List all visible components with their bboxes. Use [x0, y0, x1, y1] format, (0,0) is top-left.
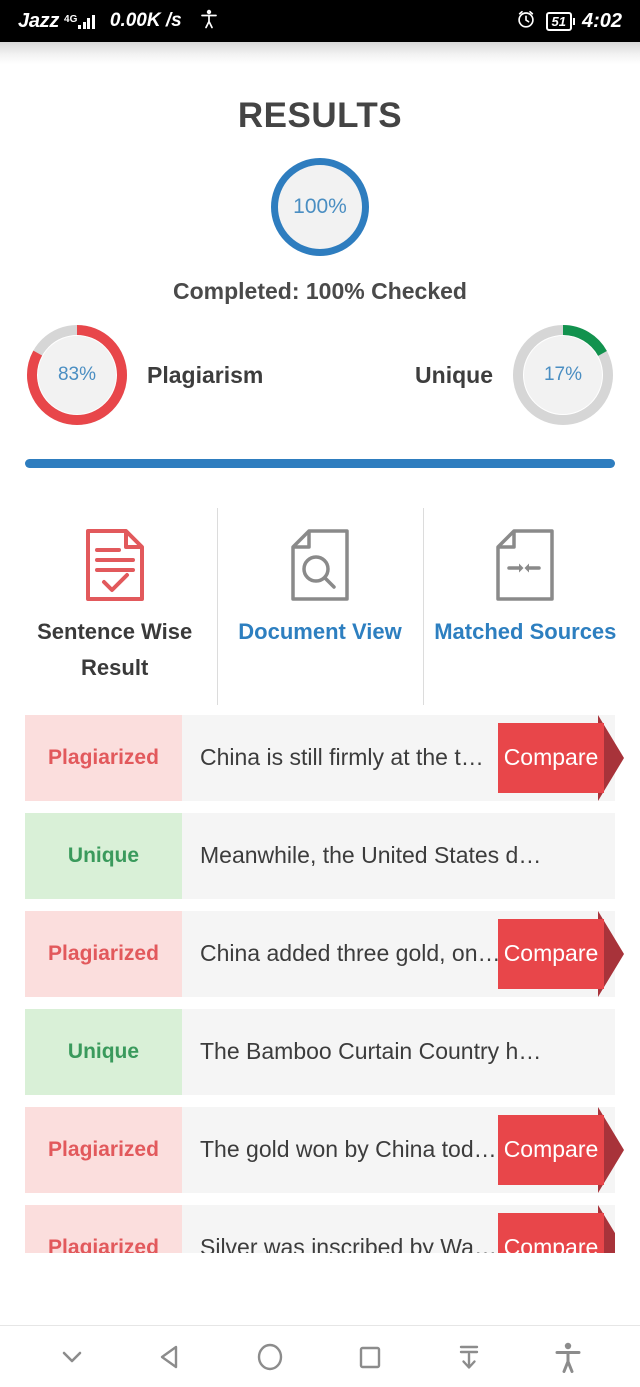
- unique-label: Unique: [415, 361, 493, 388]
- unique-value: 17%: [524, 336, 602, 414]
- unique-donut: 17%: [511, 323, 615, 427]
- home-circle-icon[interactable]: [240, 1334, 300, 1380]
- status-badge: Plagiarized: [25, 714, 182, 801]
- tab-label-document-view: Document View: [238, 619, 402, 644]
- table-row[interactable]: Unique The Bamboo Curtain Country h…: [25, 1008, 615, 1095]
- compare-button-label: Compare: [503, 940, 599, 967]
- plagiarism-donut: 83%: [25, 323, 129, 427]
- tab-label-sentence-wise-result: Sentence Wise Result: [37, 619, 193, 681]
- sentence-text: Meanwhile, the United States d…: [200, 842, 542, 869]
- battery-indicator: 51: [545, 11, 576, 31]
- compare-button[interactable]: Compare: [498, 714, 624, 801]
- compare-button[interactable]: Compare: [498, 910, 624, 997]
- alarm-icon: [516, 9, 536, 34]
- back-triangle-icon[interactable]: [141, 1334, 201, 1380]
- plagiarism-score: 83% Plagiarism: [25, 323, 263, 427]
- table-row[interactable]: Unique Meanwhile, the United States d…: [25, 812, 615, 899]
- accessibility-icon: [200, 9, 217, 34]
- status-bar-right: 51 4:02: [516, 9, 622, 34]
- network-speed-label: 0.00K /s: [109, 10, 182, 31]
- document-check-icon: [84, 522, 146, 608]
- status-bar-left: Jazz 4G 0.00K /s: [18, 9, 217, 34]
- page-title: RESULTS: [237, 96, 403, 135]
- compare-button[interactable]: Compare: [498, 1106, 624, 1193]
- carrier-label: Jazz: [18, 9, 60, 32]
- completed-status-label: Completed: 100% Checked: [173, 278, 467, 304]
- checked-progress-bar: [25, 459, 615, 468]
- app-bar-shadow: [0, 42, 640, 64]
- clock-label: 4:02: [581, 9, 622, 32]
- plagiarism-label: Plagiarism: [147, 361, 264, 388]
- unique-score: Unique 17%: [415, 323, 615, 427]
- network-indicator: 4G: [64, 14, 95, 29]
- compare-button-label: Compare: [503, 1234, 599, 1253]
- status-badge: Plagiarized: [25, 1204, 182, 1253]
- status-badge: Unique: [25, 1008, 182, 1095]
- table-row[interactable]: Plagiarized Silver was inscribed by Wa… …: [25, 1204, 615, 1253]
- document-search-icon: [289, 522, 351, 608]
- document-arrows-icon: [494, 522, 556, 608]
- view-tabs: Sentence Wise Result Document View Match…: [0, 508, 640, 705]
- tab-label-matched-sources: Matched Sources: [434, 619, 617, 644]
- status-bar: Jazz 4G 0.00K /s 51 4:02: [0, 0, 640, 42]
- status-badge: Plagiarized: [25, 1106, 182, 1193]
- compare-button[interactable]: Compare: [498, 1204, 615, 1253]
- accessibility-icon[interactable]: [538, 1334, 598, 1380]
- tab-sentence-wise-result[interactable]: Sentence Wise Result: [12, 508, 217, 705]
- table-row[interactable]: Plagiarized China is still firmly at the…: [25, 714, 624, 801]
- status-badge: Unique: [25, 812, 182, 899]
- network-type-label: 4G: [64, 13, 78, 25]
- sentence-result-list: Plagiarized China is still firmly at the…: [0, 714, 640, 1253]
- tab-matched-sources[interactable]: Matched Sources: [422, 508, 628, 705]
- chevron-down-icon[interactable]: [42, 1334, 102, 1380]
- sentence-text: The Bamboo Curtain Country h…: [200, 1038, 542, 1065]
- tab-document-view[interactable]: Document View: [217, 508, 422, 705]
- plagiarism-value: 83%: [38, 336, 116, 414]
- overall-progress-ring: 100%: [271, 158, 369, 256]
- compare-button-label: Compare: [503, 744, 599, 771]
- table-row[interactable]: Plagiarized China added three gold, on… …: [25, 910, 624, 997]
- overall-progress-ring-wrap: 100%: [0, 158, 640, 256]
- compare-button-label: Compare: [503, 1136, 599, 1163]
- overall-percent-label: 100%: [293, 195, 347, 218]
- signal-bars-icon: [78, 14, 95, 29]
- table-row[interactable]: Plagiarized The gold won by China tod… C…: [25, 1106, 624, 1193]
- status-badge: Plagiarized: [25, 910, 182, 997]
- recents-square-icon[interactable]: [340, 1334, 400, 1380]
- scroll-down-icon[interactable]: [439, 1334, 499, 1380]
- system-navigation-bar: [0, 1325, 640, 1387]
- score-donuts: 83% Plagiarism Unique 17%: [0, 323, 640, 427]
